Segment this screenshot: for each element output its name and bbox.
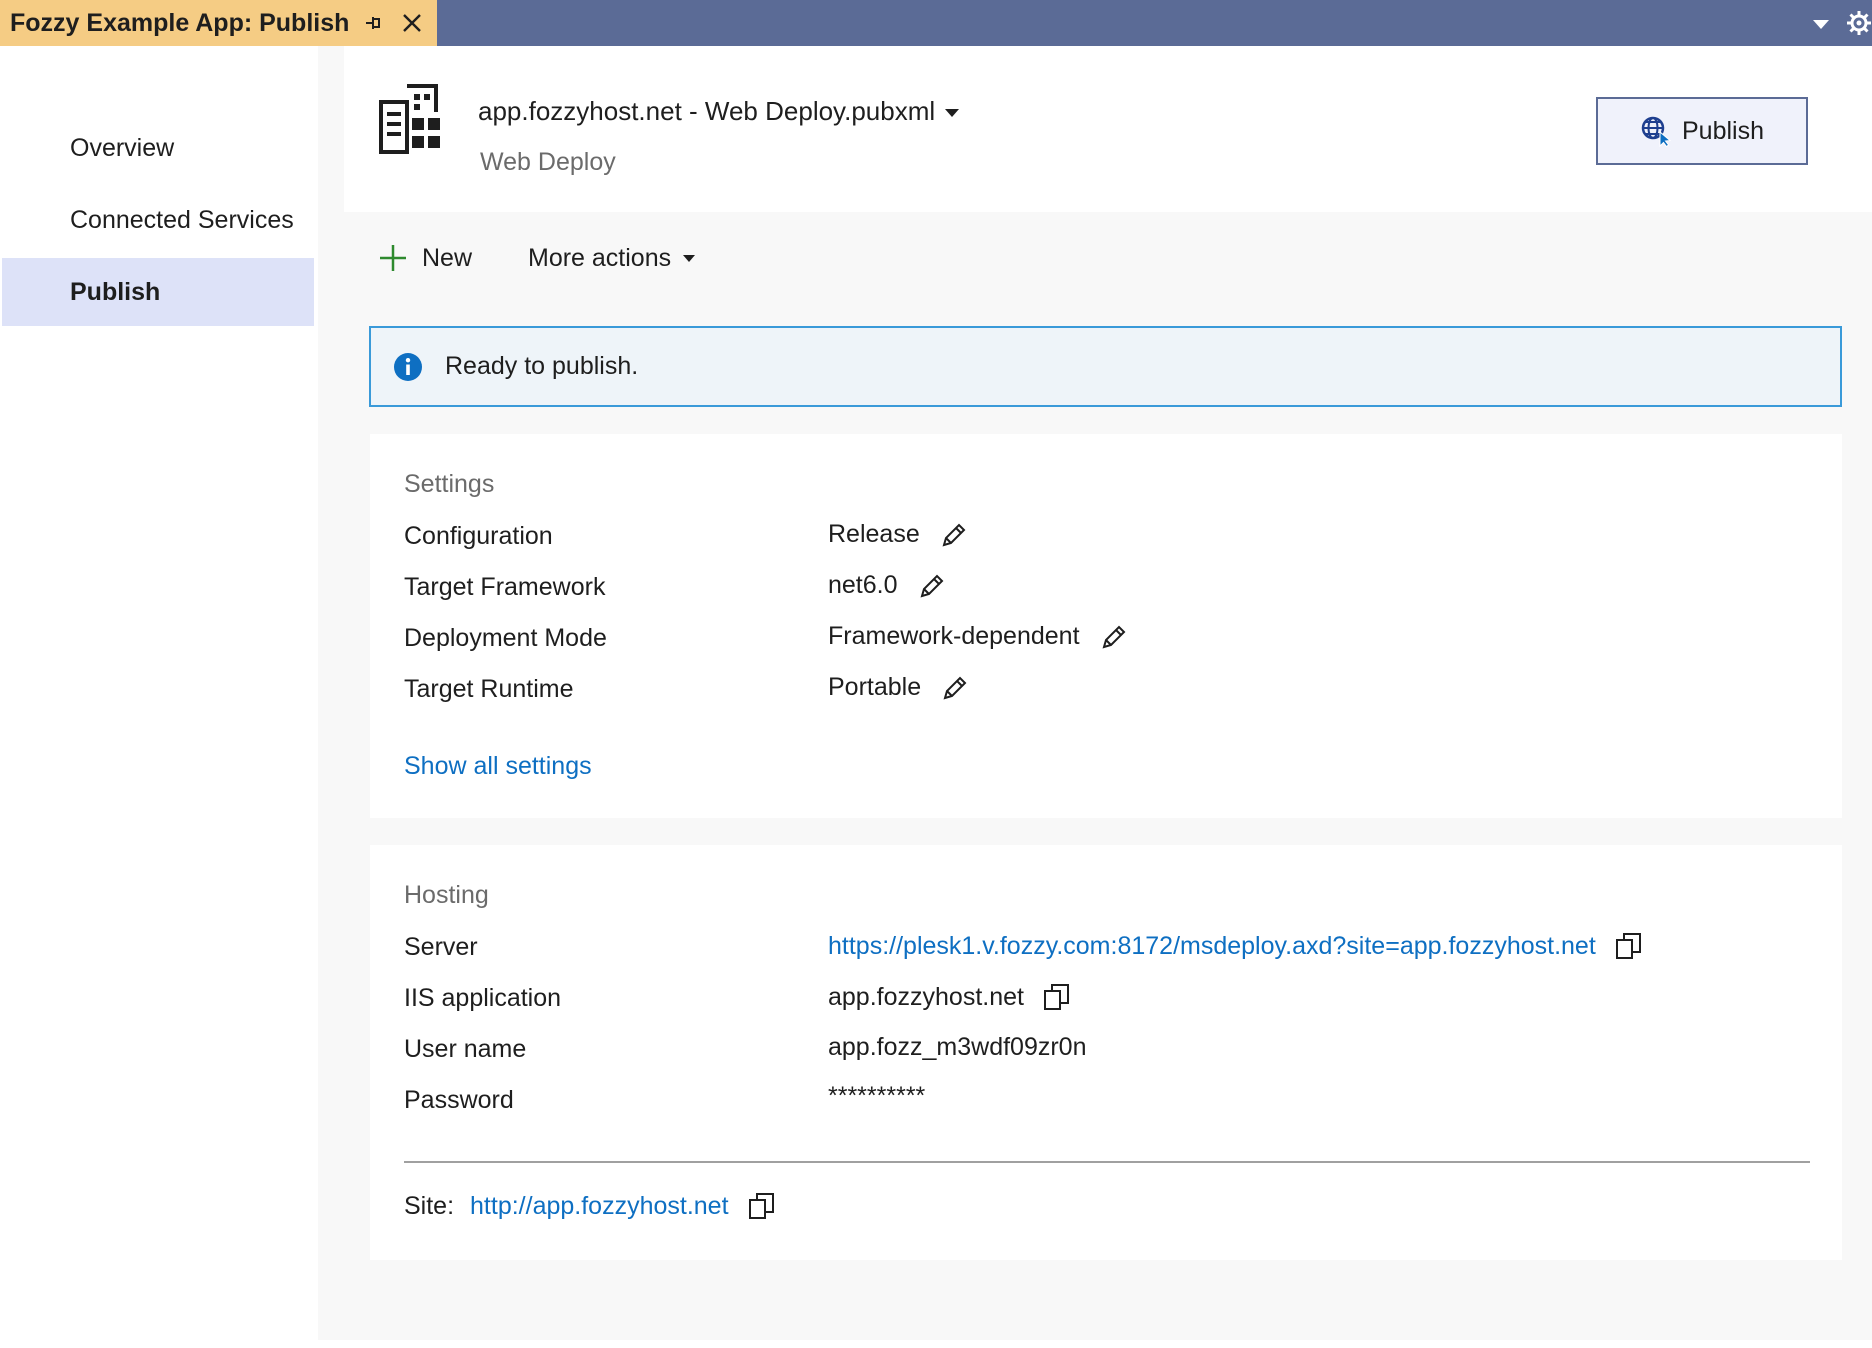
info-banner: Ready to publish.: [369, 326, 1842, 407]
pencil-icon[interactable]: [918, 572, 946, 600]
setting-label: Target Runtime: [404, 675, 574, 703]
site-label: Site:: [404, 1191, 455, 1220]
iis-application-value: app.fozzyhost.net: [828, 982, 1024, 1011]
server-icon: [379, 84, 440, 154]
setting-label: Deployment Mode: [404, 624, 607, 652]
document-tab[interactable]: Fozzy Example App: Publish: [0, 0, 437, 46]
main-bottom-edge: [318, 1340, 1872, 1348]
title-bar: Fozzy Example App: Publish: [0, 0, 1872, 46]
setting-value: Framework-dependent: [828, 622, 1128, 651]
chevron-down-icon: [683, 255, 696, 262]
setting-value-text: Portable: [828, 673, 922, 701]
hosting-label: Server: [404, 933, 478, 961]
new-button-label: New: [422, 243, 473, 272]
sidebar-item-label: Connected Services: [70, 205, 294, 234]
hosting-value: https://plesk1.v.fozzy.com:8172/msdeploy…: [828, 931, 1644, 961]
sidebar-item-publish[interactable]: Publish: [2, 258, 314, 326]
setting-label: Configuration: [404, 522, 553, 550]
site-row: Site: http://app.fozzyhost.net: [404, 1191, 777, 1221]
plus-icon: [380, 245, 406, 271]
info-icon: [394, 352, 422, 381]
globe-publish-icon: [1641, 116, 1672, 147]
copy-icon[interactable]: [1614, 931, 1644, 961]
setting-value: Release: [828, 520, 968, 549]
setting-value-text: Release: [828, 520, 920, 548]
setting-value: net6.0: [828, 571, 946, 600]
setting-value: Portable: [828, 673, 969, 702]
hosting-value: app.fozzyhost.net: [828, 982, 1072, 1012]
site-url-link[interactable]: http://app.fozzyhost.net: [470, 1192, 729, 1221]
profile-type: Web Deploy: [480, 148, 616, 176]
show-all-settings-link[interactable]: Show all settings: [404, 752, 592, 781]
section-title: Settings: [404, 470, 495, 498]
setting-label: Target Framework: [404, 573, 606, 601]
publish-button[interactable]: Publish: [1596, 97, 1808, 165]
sidebar-item-overview[interactable]: Overview: [2, 114, 314, 182]
hosting-value: app.fozz_m3wdf09zr0n: [828, 1033, 1086, 1062]
password-value: **********: [828, 1082, 926, 1110]
sidebar-item-label: Publish: [70, 277, 161, 306]
copy-icon[interactable]: [747, 1191, 777, 1221]
gear-icon[interactable]: [1846, 10, 1872, 36]
more-actions-dropdown[interactable]: More actions: [528, 240, 697, 276]
banner-message: Ready to publish.: [445, 352, 639, 380]
profile-selector[interactable]: app.fozzyhost.net - Web Deploy.pubxml: [478, 96, 935, 127]
pin-icon[interactable]: [362, 12, 384, 34]
close-icon[interactable]: [400, 11, 424, 35]
hosting-label: IIS application: [404, 984, 562, 1012]
new-profile-button[interactable]: New: [378, 240, 472, 276]
pencil-icon[interactable]: [940, 521, 968, 549]
divider: [404, 1161, 1810, 1163]
sidebar-item-connected-services[interactable]: Connected Services: [2, 186, 314, 254]
copy-icon[interactable]: [1042, 982, 1072, 1012]
section-title: Hosting: [404, 881, 489, 909]
hosting-label: User name: [404, 1035, 527, 1063]
hosting-label: Password: [404, 1086, 514, 1114]
server-url-link[interactable]: https://plesk1.v.fozzy.com:8172/msdeploy…: [828, 932, 1596, 961]
setting-value-text: net6.0: [828, 571, 898, 599]
user-name-value: app.fozz_m3wdf09zr0n: [828, 1033, 1087, 1061]
pencil-icon[interactable]: [941, 674, 969, 702]
more-actions-label: More actions: [528, 243, 672, 272]
pencil-icon[interactable]: [1100, 623, 1128, 651]
hosting-card: Hosting Server https://plesk1.v.fozzy.co…: [370, 845, 1842, 1260]
publish-button-label: Publish: [1682, 116, 1764, 145]
setting-value-text: Framework-dependent: [828, 622, 1080, 650]
sidebar-item-label: Overview: [70, 133, 175, 162]
settings-card: Settings Configuration Release Target Fr…: [370, 434, 1842, 818]
hosting-value: **********: [828, 1082, 925, 1111]
chevron-down-icon[interactable]: [944, 108, 960, 118]
chevron-down-icon[interactable]: [1812, 18, 1830, 30]
tab-title: Fozzy Example App: Publish: [10, 8, 350, 37]
sidebar: Overview Connected Services Publish: [0, 46, 318, 1348]
